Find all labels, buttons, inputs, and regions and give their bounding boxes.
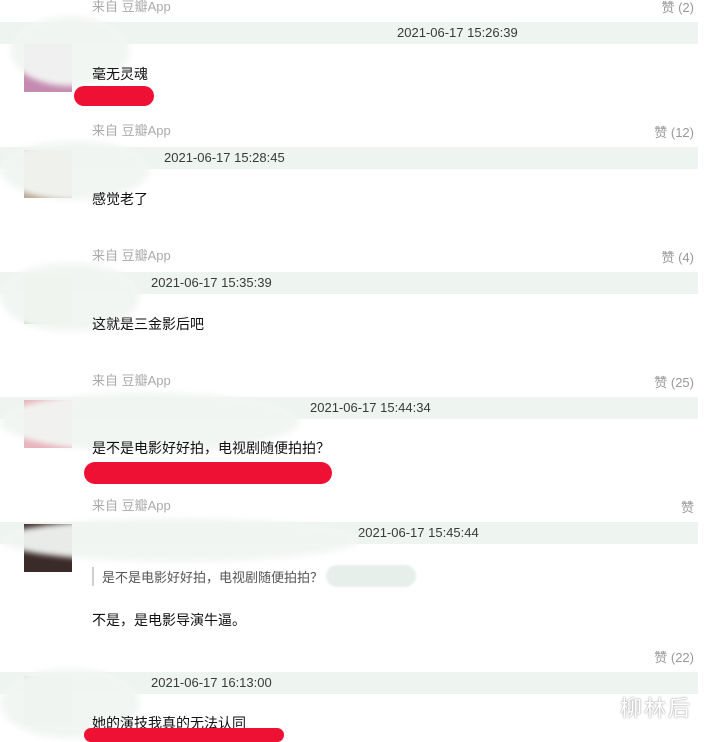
like-button[interactable]: 赞 (4) [661,247,694,266]
comment-text: 是不是电影好好拍，电视剧随便拍拍？ [92,440,330,456]
redaction-mask [326,565,416,587]
comment-timestamp: 2021-06-17 15:45:44 [358,525,479,540]
comment-text: 毫无灵魂 [92,66,148,82]
watermark: 柳林后 [619,696,692,721]
comment-timestamp: 2021-06-17 15:28:45 [164,150,285,165]
redaction-mark [74,86,154,106]
comment-source: 来自 豆瓣App [92,0,171,14]
quoted-reply: 是不是电影好好拍，电视剧随便拍拍？ [92,567,323,586]
comment-timestamp: 2021-06-17 15:35:39 [151,275,272,290]
comment-timestamp: 2021-06-17 15:26:39 [397,25,518,40]
like-button[interactable]: 赞 (25) [654,372,694,391]
comment-source: 来自 豆瓣App [92,373,171,388]
comment-source: 来自 豆瓣App [92,498,171,513]
comment-source: 来自 豆瓣App [92,123,171,138]
redaction-mask [0,518,360,562]
like-button[interactable]: 赞 (2) [661,0,694,16]
like-button[interactable]: 赞 (22) [654,647,694,666]
comment-timestamp: 2021-06-17 16:13:00 [151,675,272,690]
comment-timestamp: 2021-06-17 15:44:34 [310,400,431,415]
comment-text: 感觉老了 [92,191,148,207]
comment-text: 不是，是电影导演牛逼。 [92,612,246,628]
redaction-mark [84,728,284,742]
like-button[interactable]: 赞 (12) [654,122,694,141]
redaction-mark [84,462,332,484]
comment-text: 这就是三金影后吧 [92,316,204,332]
comment-source: 来自 豆瓣App [92,248,171,263]
like-button[interactable]: 赞 [681,497,694,516]
